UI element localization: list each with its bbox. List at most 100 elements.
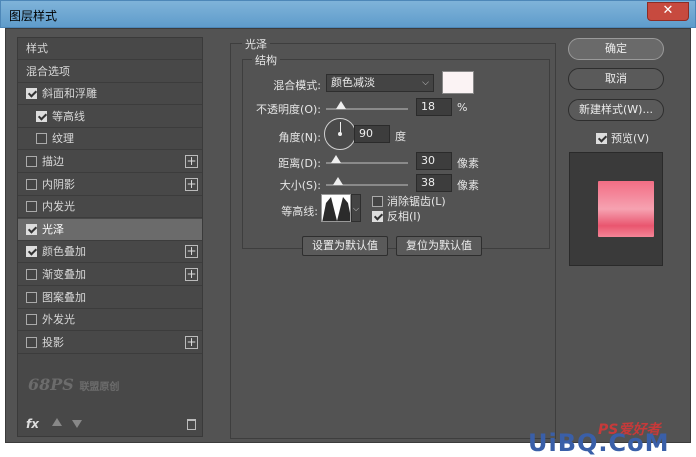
style-list-item[interactable]: 等高线 [18,106,202,128]
style-preview [569,152,663,266]
style-list-item[interactable]: 纹理 [18,128,202,151]
style-checkbox[interactable] [26,246,37,258]
preview-label: 预览(V) [611,132,650,145]
preview-checkbox[interactable] [596,133,607,144]
preview-swatch [598,181,654,237]
move-down-icon[interactable] [72,420,82,428]
contour-label: 等高线: [281,205,318,218]
make-default-button[interactable]: 设置为默认值 [302,236,388,256]
style-checkbox[interactable] [26,314,37,326]
styles-list-panel: 68PS 联盟原创 样式混合选项斜面和浮雕等高线纹理描边 + 内阴影 + 内发光光泽颜色… [17,37,203,437]
style-item-label: 样式 [26,42,48,55]
opacity-input[interactable]: 18 [416,98,452,116]
cancel-button[interactable]: 取消 [568,68,664,90]
blend-mode-select[interactable]: 颜色减淡 ⌵ [326,74,434,92]
add-icon[interactable]: + [185,268,198,281]
antialias-label: 消除锯齿(L) [387,195,446,208]
dialog-body: 68PS 联盟原创 样式 混合选项 斜面和浮雕 等高线 纹理 描边 + 内阴影 + 内发光 光泽 颜色… [5,28,691,443]
move-up-icon[interactable] [52,418,62,426]
style-item-label: 颜色叠加 [42,245,86,259]
style-item-label: 混合选项 [26,64,70,78]
contour-preview[interactable] [321,194,351,222]
reset-default-button[interactable]: 复位为默认值 [396,236,482,256]
chevron-down-icon: ⌵ [422,78,429,88]
style-checkbox[interactable] [26,156,37,167]
logo-text: 68PS [28,375,74,394]
structure-group-title: 结构 [252,52,280,68]
blend-mode-label: 混合模式: [273,79,321,92]
style-checkbox[interactable] [26,201,37,213]
style-list-item[interactable]: 光泽 [18,218,202,241]
style-item-label: 纹理 [52,132,74,146]
style-list-item[interactable]: 样式 [18,38,202,60]
distance-label: 距离(D): [278,157,321,170]
size-unit: 像素 [457,179,479,192]
angle-input[interactable]: 90 [354,125,390,143]
distance-input[interactable]: 30 [416,152,452,170]
title-bar: 图层样式 ✕ [0,0,696,28]
satin-group-title: 光泽 [242,36,270,52]
color-swatch[interactable] [442,71,474,94]
style-item-label: 内发光 [42,200,75,214]
style-list-item[interactable]: 斜面和浮雕 [18,83,202,106]
angle-dial[interactable] [324,118,356,150]
style-list-item[interactable]: 图案叠加 [18,287,202,309]
angle-label: 角度(N): [278,131,321,144]
opacity-unit: % [457,101,468,114]
style-list-item[interactable]: 混合选项 [18,61,202,83]
invert-checkbox[interactable] [372,211,383,222]
invert-label: 反相(I) [387,210,421,223]
distance-unit: 像素 [457,157,479,170]
style-checkbox[interactable] [36,133,47,145]
trash-icon[interactable] [187,419,196,430]
fx-toolbar: fx [18,414,202,436]
style-list-item[interactable]: 渐变叠加 + [18,264,202,286]
opacity-slider-thumb[interactable] [335,101,346,109]
style-checkbox[interactable] [26,223,37,235]
logo-watermark: 68PS 联盟原创 [28,375,119,394]
style-checkbox[interactable] [26,291,37,303]
style-item-label: 内阴影 [42,177,75,191]
style-checkbox[interactable] [26,88,37,100]
style-checkbox[interactable] [26,178,37,190]
style-item-label: 光泽 [42,222,64,236]
style-list-item[interactable]: 内阴影 + [18,174,202,196]
new-style-button[interactable]: 新建样式(W)... [568,99,664,121]
style-item-label: 渐变叠加 [42,268,86,281]
fx-icon[interactable]: fx [26,417,39,431]
size-slider-thumb[interactable] [333,177,344,185]
angle-unit: 度 [395,130,406,143]
style-checkbox[interactable] [36,110,47,122]
opacity-label: 不透明度(O): [256,103,321,116]
style-list-item[interactable]: 投影 + [18,332,202,354]
add-icon[interactable]: + [185,177,198,191]
add-icon[interactable]: + [185,245,198,259]
invert-checkbox-row[interactable]: 反相(I) [372,208,421,224]
ok-button[interactable]: 确定 [568,38,664,60]
style-item-label: 图案叠加 [42,290,86,304]
style-list-item[interactable]: 颜色叠加 + [18,241,202,264]
style-item-label: 斜面和浮雕 [42,87,97,101]
logo-subtext: 联盟原创 [79,382,120,393]
add-icon[interactable]: + [185,155,198,168]
site-watermark: PS爱好者 UiBQ.CoM [528,419,688,457]
contour-curve-icon [322,195,350,221]
style-checkbox[interactable] [26,336,37,348]
antialias-checkbox-row[interactable]: 消除锯齿(L) [372,193,446,209]
antialias-checkbox[interactable] [372,196,383,207]
style-item-label: 等高线 [52,109,85,123]
add-icon[interactable]: + [185,335,198,349]
close-button[interactable]: ✕ [647,2,689,21]
contour-dropdown[interactable]: ⌵ [351,194,361,222]
style-list-item[interactable]: 内发光 [18,196,202,219]
distance-slider-thumb[interactable] [330,155,341,163]
style-list-item[interactable]: 外发光 [18,309,202,332]
size-label: 大小(S): [279,179,321,192]
blend-mode-value: 颜色减淡 [331,76,375,89]
style-list-item[interactable]: 描边 + [18,151,202,173]
preview-checkbox-row[interactable]: 预览(V) [596,130,649,146]
size-input[interactable]: 38 [416,174,452,192]
window-title: 图层样式 [9,9,58,23]
style-checkbox[interactable] [26,269,37,280]
style-item-label: 外发光 [42,313,75,327]
